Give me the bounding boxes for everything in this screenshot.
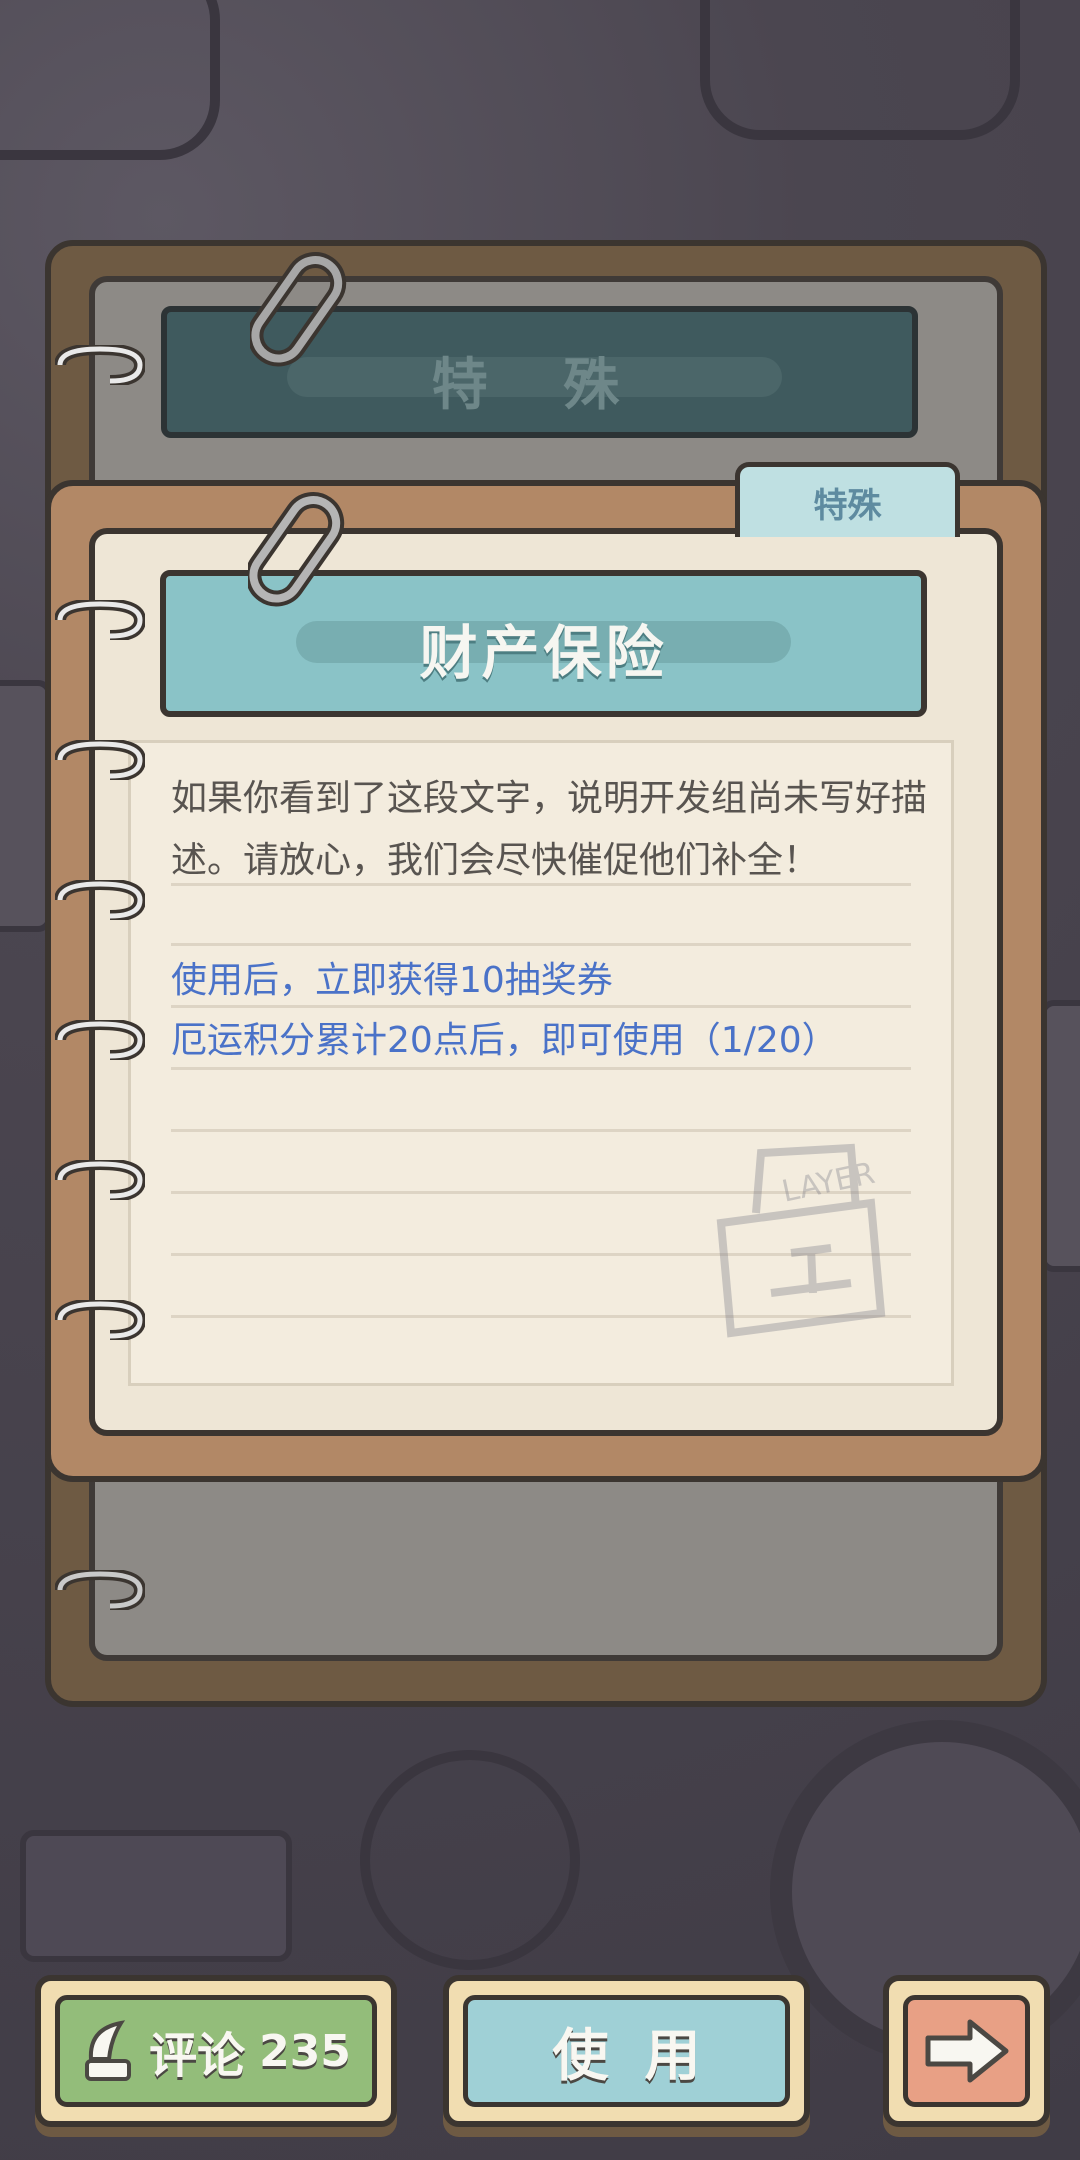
- spiral-ring: [55, 1020, 145, 1060]
- ruled-line: [171, 943, 911, 946]
- comment-count: 235: [259, 2025, 351, 2077]
- item-effect: 使用后，立即获得10抽奖券: [171, 960, 613, 1001]
- comment-button-face: 评论 235: [55, 1995, 377, 2107]
- item-description: 如果你看到了这段文字，说明开发组尚未写好描述。请放心，我们会尽快催促他们补全！: [171, 778, 928, 881]
- next-button[interactable]: [883, 1975, 1050, 2127]
- ruled-line: [171, 1005, 911, 1008]
- category-tab-special[interactable]: 特殊: [735, 462, 960, 537]
- ruled-line: [171, 1067, 911, 1070]
- paperclip-icon: [248, 492, 345, 607]
- spiral-ring: [55, 740, 145, 780]
- spiral-ring: [55, 1160, 145, 1200]
- item-requirement: 厄运积分累计20点后，即可使用（1/20）: [171, 1020, 838, 1061]
- background-panel: [20, 1830, 292, 1962]
- spiral-ring: [55, 1570, 145, 1610]
- use-button[interactable]: 使用: [443, 1975, 810, 2127]
- next-button-face: [903, 1995, 1030, 2107]
- spiral-ring: [55, 600, 145, 640]
- ruled-line: [171, 1129, 911, 1132]
- comment-button[interactable]: 评论 235: [35, 1975, 397, 2127]
- background-pipe: [0, 0, 220, 160]
- item-description-panel: 如果你看到了这段文字，说明开发组尚未写好描述。请放心，我们会尽快催促他们补全！ …: [128, 740, 954, 1386]
- use-button-face: 使用: [463, 1995, 790, 2107]
- layer-bag-stamp-icon: LAYER: [716, 1143, 886, 1338]
- arrow-right-icon: [925, 2019, 1008, 2083]
- paperclip-icon: [250, 252, 347, 367]
- use-label: 使用: [552, 2023, 737, 2089]
- background-pipe: [360, 1750, 580, 1970]
- comment-label: 评论: [149, 2028, 246, 2084]
- spiral-ring: [55, 345, 145, 385]
- quill-ink-icon: [85, 2020, 132, 2081]
- spiral-ring: [55, 880, 145, 920]
- background-pipe: [700, 0, 1020, 140]
- spiral-ring: [55, 1300, 145, 1340]
